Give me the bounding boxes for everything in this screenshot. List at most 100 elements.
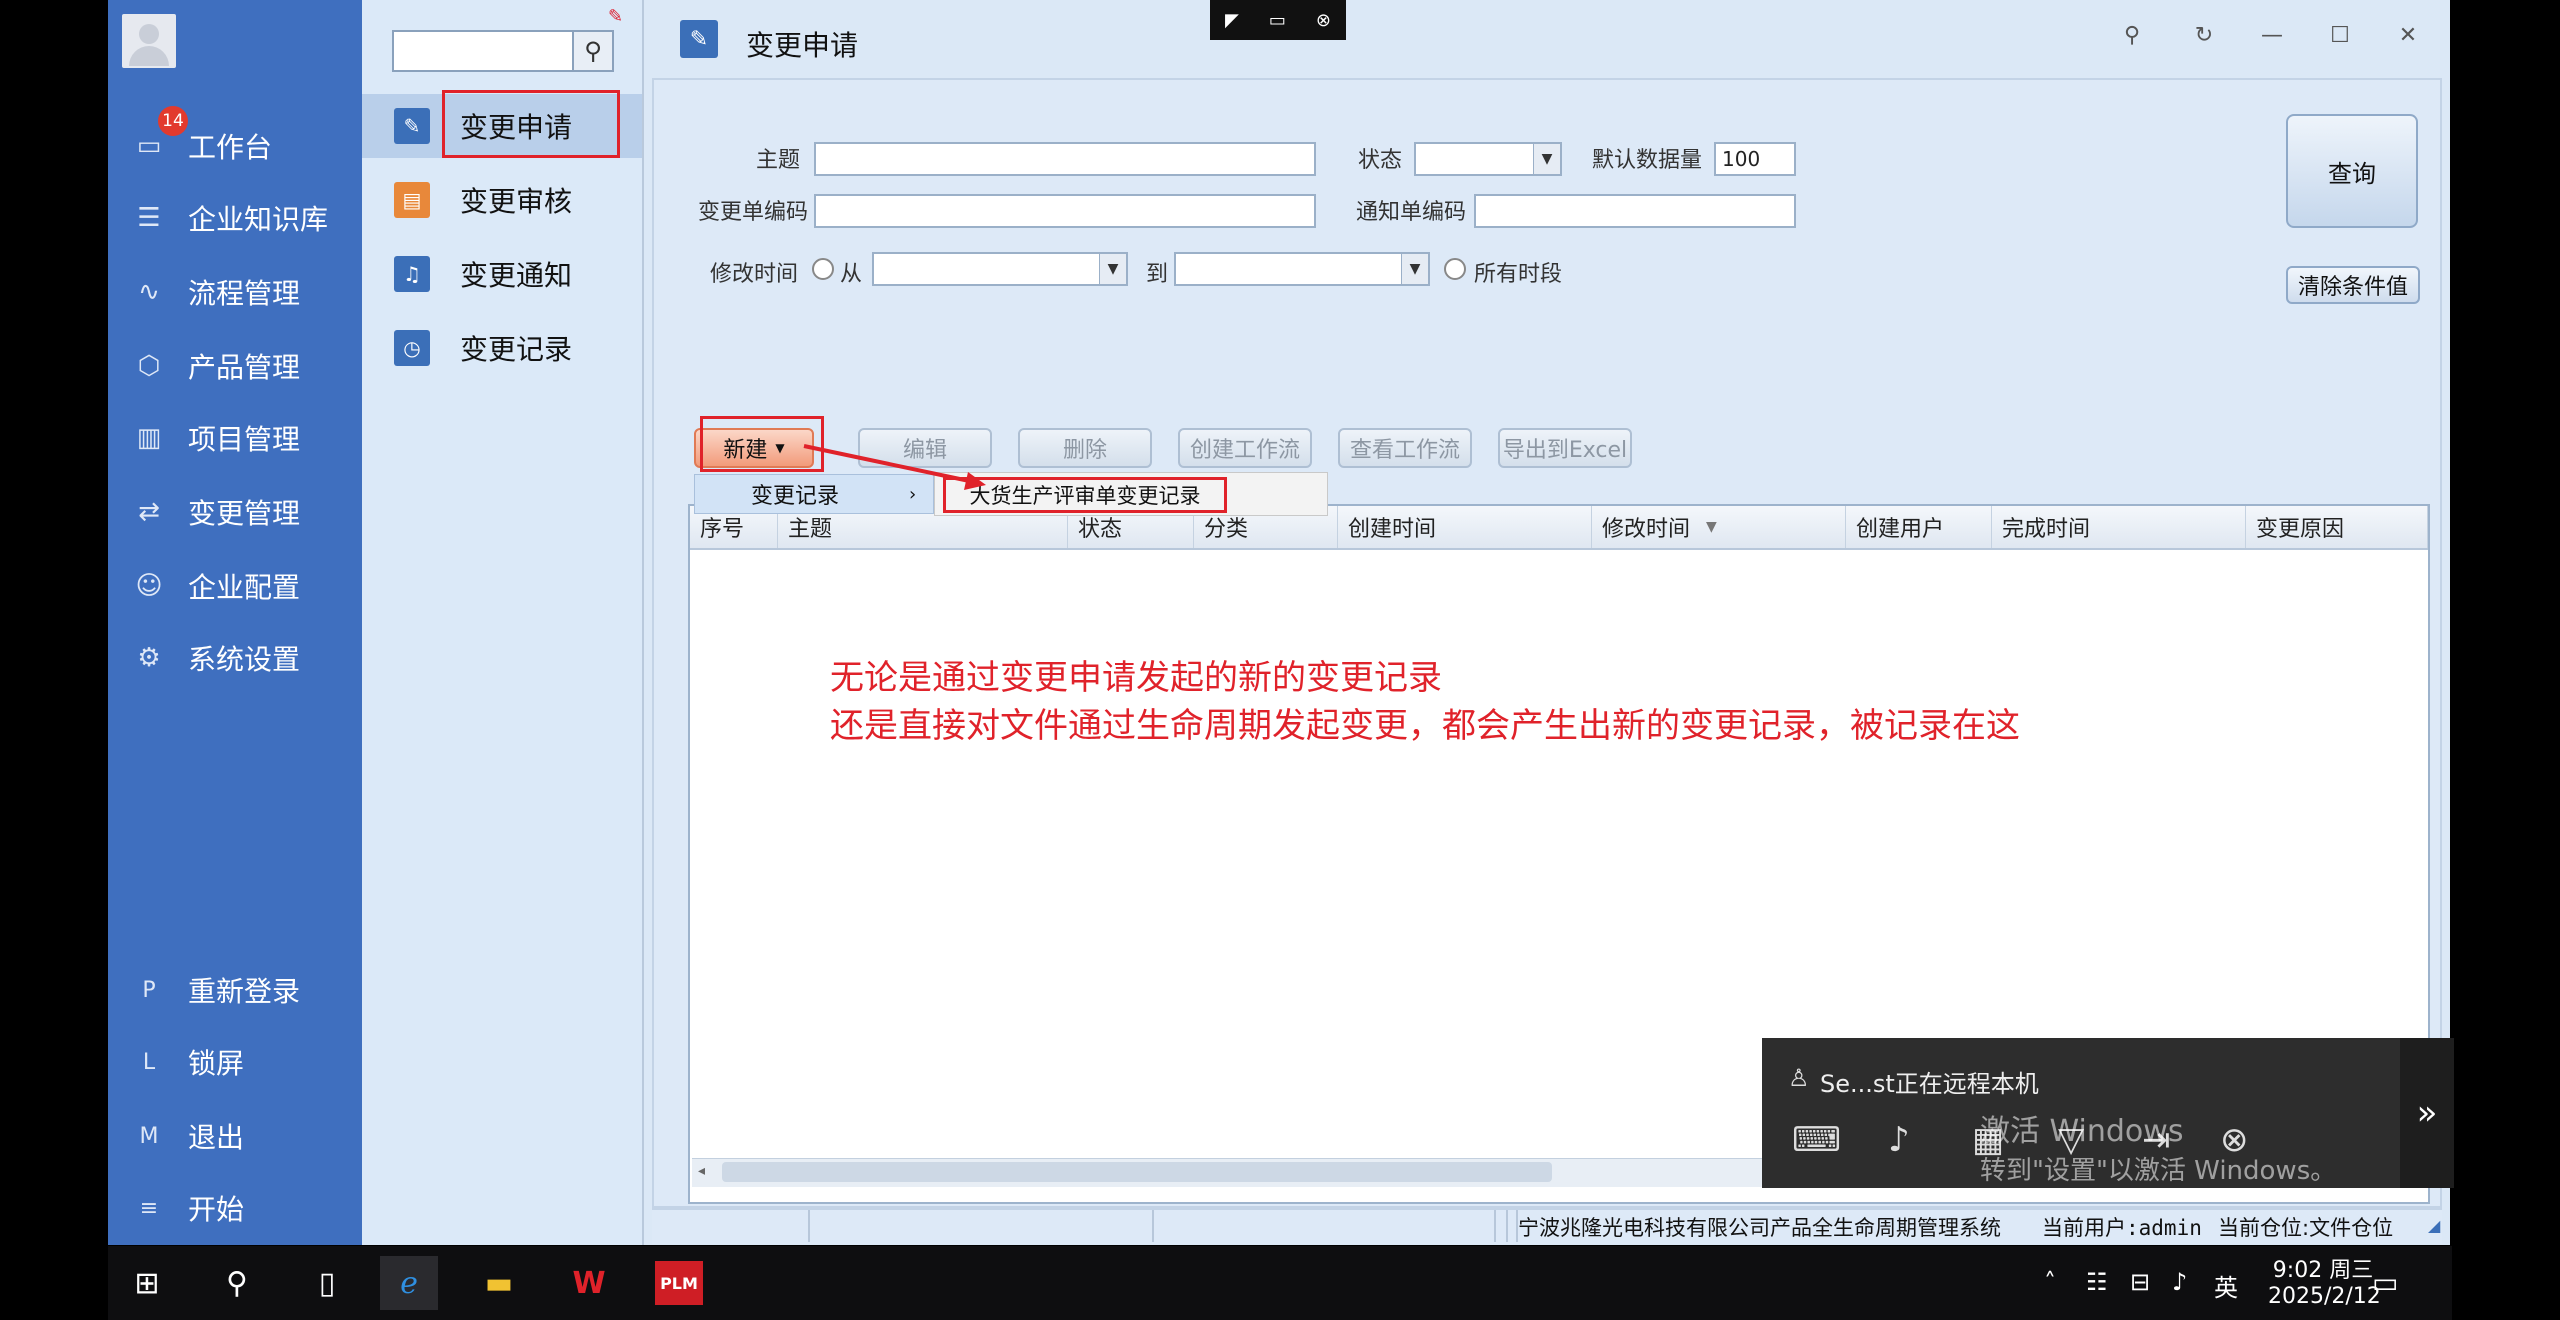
column-header[interactable]: 创建时间 (1338, 506, 1592, 548)
review-doc-icon: ▤ (394, 182, 430, 218)
nav-item-label: 产品管理 (188, 351, 301, 384)
create-workflow-button[interactable]: 创建工作流 (1178, 428, 1312, 468)
nav-item-enterprise-config[interactable]: ☺ 企业配置 (108, 556, 362, 616)
highlight-box (442, 90, 620, 158)
nav-item-product[interactable]: ⬡ 产品管理 (108, 336, 362, 396)
change-icon: ⇄ (138, 497, 160, 527)
from-label: 从 (840, 262, 863, 287)
nav-item-relogin[interactable]: P 重新登录 (108, 960, 362, 1020)
expand-popup-icon[interactable]: » (2400, 1038, 2454, 1188)
pin-icon[interactable]: ✎ (608, 6, 623, 27)
scroll-left-icon[interactable]: ◂ (698, 1163, 705, 1179)
column-header-sorted[interactable]: 修改时间 ▼ (1592, 506, 1846, 548)
nav-item-label: 工作台 (188, 131, 273, 164)
submenu-panel: 大货生产评审单变更记录 (934, 472, 1328, 516)
flow-icon: ∿ (138, 277, 160, 307)
change-code-input[interactable] (814, 194, 1316, 228)
subject-input[interactable] (814, 142, 1316, 176)
task-view-icon[interactable]: ▯ (298, 1256, 356, 1310)
column-header[interactable]: 变更原因 (2246, 506, 2428, 548)
nav-item-process[interactable]: ∿ 流程管理 (108, 262, 362, 322)
clock-time[interactable]: 9:02 周三 (2268, 1252, 2378, 1284)
pin-toggle-icon[interactable]: ◤ (1225, 10, 1239, 31)
ime-indicator[interactable]: 英 (2214, 1268, 2238, 1303)
close-icon[interactable]: ✕ (2388, 20, 2428, 50)
nav-item-project[interactable]: ▥ 项目管理 (108, 408, 362, 468)
search-icon: ⚲ (584, 37, 602, 65)
users-icon: ☺ (135, 571, 163, 601)
ie-browser-icon[interactable]: ℯ (380, 1256, 438, 1310)
network-icon[interactable]: ⊟ (2130, 1268, 2150, 1296)
query-button[interactable]: 查询 (2286, 114, 2418, 228)
column-header[interactable]: 完成时间 (1992, 506, 2246, 548)
search-icon[interactable]: ⚲ (2112, 20, 2152, 50)
nav-item-change[interactable]: ⇄ 变更管理 (108, 482, 362, 542)
taskbar: ⊞ ⚲ ▯ ℯ ▬ W PLM ˄ ☷ ⊟ ♪ 英 9:02 周三 2025/2… (108, 1246, 2452, 1320)
windows-start-icon[interactable]: ⊞ (118, 1256, 176, 1310)
company-name: 宁波兆隆光电科技有限公司产品全生命周期管理系统 (1518, 1216, 2001, 1240)
column-header-label: 修改时间 (1602, 517, 1691, 542)
tray-app-icon[interactable]: ☷ (2086, 1268, 2108, 1296)
subnav-item-change-record[interactable]: ◷ 变更记录 (362, 316, 642, 380)
date-range-radio[interactable] (812, 258, 834, 280)
delete-button[interactable]: 删除 (1018, 428, 1152, 468)
clear-conditions-button[interactable]: 清除条件值 (2286, 266, 2420, 304)
nav-item-knowledge-base[interactable]: ☰ 企业知识库 (108, 188, 362, 248)
nav-item-exit[interactable]: M 退出 (108, 1106, 362, 1166)
plm-app-label: PLM (655, 1261, 703, 1305)
nav-item-label: 企业知识库 (188, 203, 329, 236)
wps-icon[interactable]: W (560, 1256, 618, 1310)
resize-grip-icon[interactable]: ◢ (2428, 1216, 2440, 1235)
status-divider (1494, 1210, 1496, 1242)
file-explorer-icon[interactable]: ▬ (470, 1256, 528, 1310)
clock-date[interactable]: 2025/2/12 (2268, 1284, 2381, 1309)
search-input[interactable] (392, 30, 574, 72)
column-header[interactable]: 创建用户 (1846, 506, 1992, 548)
notice-code-input[interactable] (1474, 194, 1796, 228)
avatar[interactable] (122, 14, 176, 68)
monitor-icon: ▭ (136, 131, 162, 161)
to-label: 到 (1146, 262, 1169, 287)
chart-icon: ▥ (136, 423, 162, 453)
user-icon: ♙ (1788, 1064, 1810, 1092)
notification-center-icon[interactable]: ▭ (2372, 1266, 2398, 1299)
nav-item-workbench[interactable]: ▭ 工作台 (108, 116, 362, 176)
refresh-icon[interactable]: ↻ (2184, 20, 2224, 50)
search-button[interactable]: ⚲ (572, 30, 614, 72)
plm-app-button[interactable]: PLM (650, 1256, 708, 1310)
all-periods-radio[interactable] (1444, 258, 1466, 280)
annotation-arrow (803, 444, 986, 490)
close-remote-icon[interactable]: ⊗ (1316, 10, 1331, 31)
scroll-thumb[interactable] (722, 1162, 1552, 1182)
tray-expand-icon[interactable]: ˄ (2044, 1268, 2056, 1296)
search-icon[interactable]: ⚲ (208, 1256, 266, 1310)
nav-item-label: 流程管理 (188, 277, 301, 310)
window-doc-icon: ✎ (680, 20, 718, 58)
minimize-remote-icon[interactable]: ▭ (1269, 10, 1286, 31)
book-icon: ☰ (137, 203, 161, 233)
modify-time-label: 修改时间 (710, 262, 799, 287)
nav-item-lock[interactable]: L 锁屏 (108, 1032, 362, 1092)
default-count-input[interactable]: 100 (1714, 142, 1796, 176)
nav-item-start[interactable]: ≡ 开始 (108, 1178, 362, 1238)
to-date-picker[interactable]: ▼ (1174, 252, 1430, 286)
avatar-body-shape (129, 46, 169, 66)
subnav-item-change-notice[interactable]: ♫ 变更通知 (362, 242, 642, 306)
export-excel-button[interactable]: 导出到Excel (1498, 428, 1632, 468)
maximize-icon[interactable]: ☐ (2320, 20, 2360, 50)
minimize-icon[interactable]: — (2252, 20, 2292, 50)
chat-icon[interactable]: ⌨ (1792, 1120, 1841, 1160)
view-workflow-button[interactable]: 查看工作流 (1338, 428, 1472, 468)
chevron-down-icon: ▼ (1533, 144, 1560, 174)
nav-item-label: 开始 (188, 1193, 245, 1226)
volume-icon[interactable]: ♪ (2172, 1268, 2187, 1296)
nav-item-system-settings[interactable]: ⚙ 系统设置 (108, 628, 362, 688)
nav-item-label: 系统设置 (188, 643, 301, 676)
subnav-item-change-review[interactable]: ▤ 变更审核 (362, 168, 642, 232)
microphone-icon[interactable]: ♪ (1888, 1120, 1910, 1160)
status-select[interactable]: ▼ (1414, 142, 1562, 176)
gear-icon: ⚙ (137, 643, 161, 673)
from-date-picker[interactable]: ▼ (872, 252, 1128, 286)
subnav-item-label: 变更记录 (460, 333, 573, 366)
subnav-item-label: 变更通知 (460, 259, 573, 292)
